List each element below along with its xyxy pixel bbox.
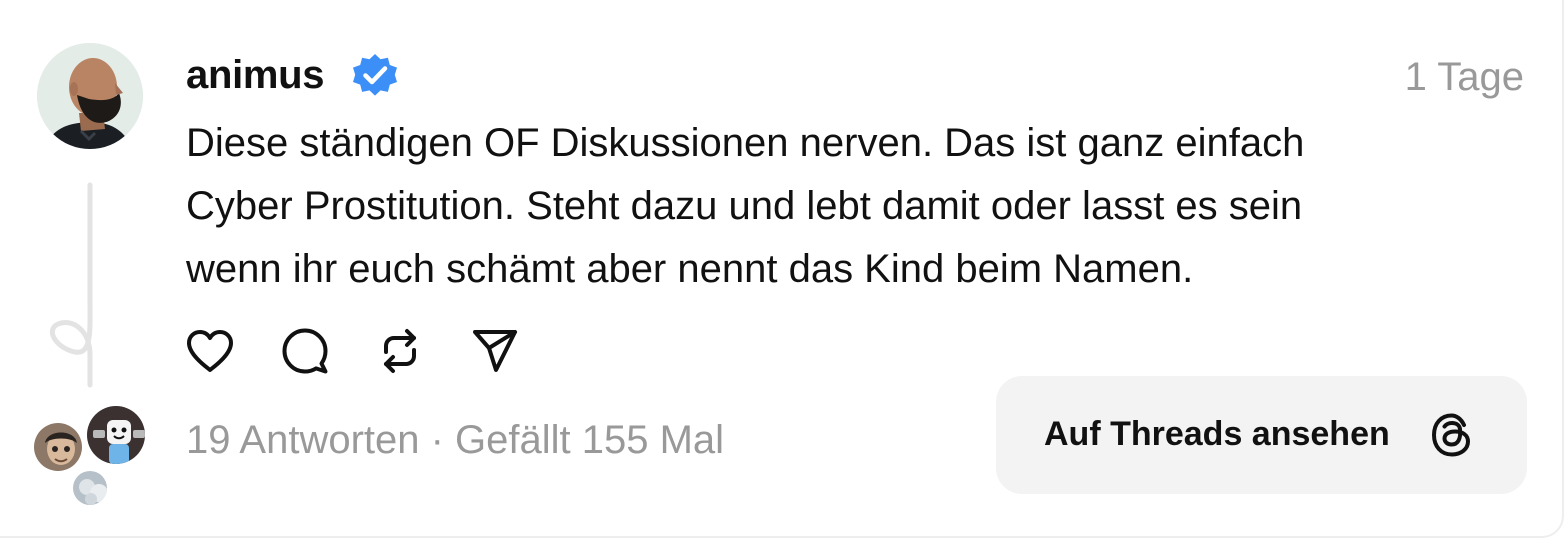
share-button[interactable] xyxy=(469,325,521,377)
heart-icon xyxy=(187,330,233,372)
post-card: animus 1 Tage Diese ständigen OF Diskuss… xyxy=(0,0,1564,538)
repost-icon xyxy=(384,329,416,373)
author-username[interactable]: animus xyxy=(186,52,325,98)
replier-avatar-image xyxy=(73,471,107,505)
verified-badge-icon xyxy=(353,54,397,96)
post-text: Diese ständigen OF Diskussionen nerven. … xyxy=(186,112,1506,301)
replier-avatar xyxy=(31,420,85,474)
threads-logo-icon xyxy=(1432,413,1470,457)
replier-avatar xyxy=(84,403,148,467)
post-stats[interactable]: 19 Antworten · Gefällt 155 Mal xyxy=(186,416,724,464)
thread-connector-line xyxy=(50,182,93,388)
like-button[interactable] xyxy=(184,325,236,377)
post-text-line: wenn ihr euch schämt aber nennt das Kind… xyxy=(186,247,1194,291)
reply-button[interactable] xyxy=(279,325,331,377)
replier-avatar-image xyxy=(34,423,82,471)
repost-button[interactable] xyxy=(374,325,426,377)
comment-icon xyxy=(282,328,328,374)
post-timestamp: 1 Tage xyxy=(1404,55,1524,99)
view-on-threads-button[interactable]: Auf Threads ansehen xyxy=(996,376,1527,494)
send-icon xyxy=(473,330,517,372)
author-avatar[interactable] xyxy=(37,43,143,149)
replier-avatar xyxy=(70,468,110,508)
author-avatar-image xyxy=(37,43,143,149)
post-text-line: Cyber Prostitution. Steht dazu und lebt … xyxy=(186,184,1303,228)
post-text-line: Diese ständigen OF Diskussionen nerven. … xyxy=(186,121,1305,165)
replier-avatar-image xyxy=(87,406,145,464)
view-on-threads-label: Auf Threads ansehen xyxy=(1044,415,1390,453)
